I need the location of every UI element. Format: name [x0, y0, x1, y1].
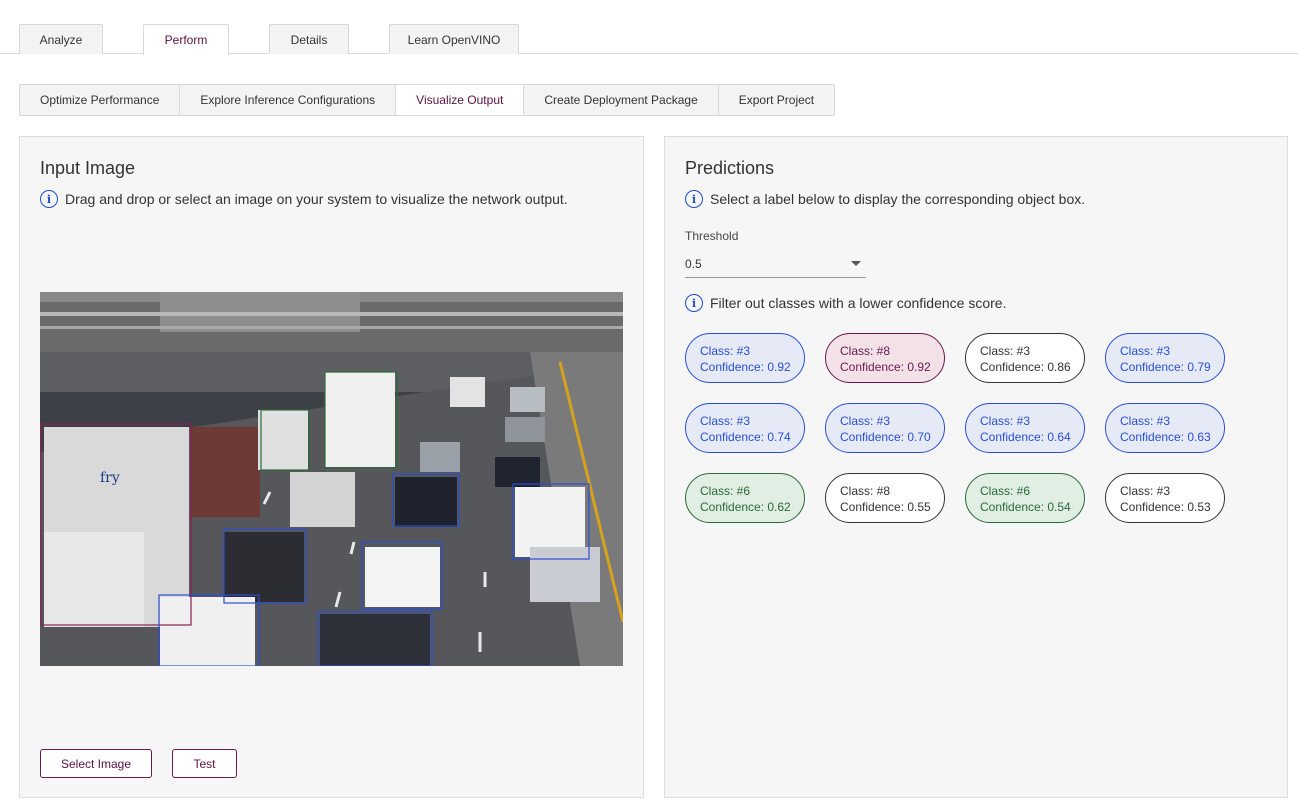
prediction-chip[interactable]: Class: #3 Confidence: 0.64: [965, 403, 1085, 453]
predictions-title: Predictions: [685, 158, 775, 178]
prediction-confidence-label: Confidence: 0.74: [700, 430, 791, 444]
prediction-class-label: Class: #3: [980, 414, 1031, 428]
predictions-panel: Predictions i Select a label below to di…: [664, 136, 1288, 798]
filter-hint-text: Filter out classes with a lower confiden…: [710, 295, 1007, 311]
prediction-confidence-label: Confidence: 0.92: [700, 360, 791, 374]
prediction-class-label: Class: #6: [700, 484, 751, 498]
prediction-class-label: Class: #3: [1120, 414, 1171, 428]
prediction-chip[interactable]: Class: #8 Confidence: 0.55: [825, 473, 945, 523]
prediction-class-label: Class: #8: [840, 484, 891, 498]
prediction-confidence-label: Confidence: 0.64: [980, 430, 1071, 444]
prediction-chip[interactable]: Class: #3 Confidence: 0.53: [1105, 473, 1225, 523]
prediction-chip[interactable]: Class: #6 Confidence: 0.62: [685, 473, 805, 523]
traffic-image: fry: [40, 292, 623, 666]
predictions-hint-row: i Select a label below to display the co…: [685, 190, 1085, 208]
predictions-hint-text: Select a label below to display the corr…: [710, 191, 1086, 207]
prediction-class-label: Class: #6: [980, 484, 1031, 498]
prediction-class-label: Class: #8: [840, 344, 891, 358]
test-button[interactable]: Test: [172, 749, 237, 778]
prediction-chip[interactable]: Class: #3 Confidence: 0.86: [965, 333, 1085, 383]
input-image-preview[interactable]: fry: [40, 292, 623, 666]
subtab-export-project[interactable]: Export Project: [719, 85, 834, 115]
info-icon: i: [685, 190, 703, 208]
prediction-class-label: Class: #3: [840, 414, 891, 428]
info-icon: i: [40, 190, 58, 208]
tab-learn-openvino[interactable]: Learn OpenVINO: [389, 24, 519, 54]
prediction-confidence-label: Confidence: 0.55: [840, 500, 931, 514]
threshold-label: Threshold: [685, 229, 739, 243]
prediction-confidence-label: Confidence: 0.92: [840, 360, 931, 374]
truck-logo-text: fry: [100, 470, 120, 486]
chevron-down-icon: [851, 261, 861, 266]
tab-perform[interactable]: Perform: [143, 24, 229, 55]
top-tab-bar: Analyze Perform Details Learn OpenVINO: [0, 0, 1298, 55]
prediction-chip[interactable]: Class: #3 Confidence: 0.70: [825, 403, 945, 453]
input-hint-text: Drag and drop or select an image on your…: [65, 191, 568, 207]
sub-tab-bar: Optimize Performance Explore Inference C…: [19, 84, 836, 116]
prediction-confidence-label: Confidence: 0.62: [700, 500, 791, 514]
prediction-chip[interactable]: Class: #3 Confidence: 0.74: [685, 403, 805, 453]
prediction-confidence-label: Confidence: 0.63: [1120, 430, 1211, 444]
input-hint-row: i Drag and drop or select an image on yo…: [40, 190, 568, 208]
input-image-title: Input Image: [40, 158, 136, 178]
tab-details[interactable]: Details: [269, 24, 349, 54]
prediction-chip[interactable]: Class: #8 Confidence: 0.92: [825, 333, 945, 383]
prediction-confidence-label: Confidence: 0.54: [980, 500, 1071, 514]
input-image-panel: Input Image i Drag and drop or select an…: [19, 136, 644, 798]
prediction-chip[interactable]: Class: #3 Confidence: 0.63: [1105, 403, 1225, 453]
select-image-button[interactable]: Select Image: [40, 749, 152, 778]
tab-analyze[interactable]: Analyze: [19, 24, 103, 54]
prediction-class-label: Class: #3: [1120, 484, 1171, 498]
prediction-confidence-label: Confidence: 0.70: [840, 430, 931, 444]
prediction-class-label: Class: #3: [1120, 344, 1171, 358]
prediction-chip[interactable]: Class: #3 Confidence: 0.79: [1105, 333, 1225, 383]
info-icon: i: [685, 294, 703, 312]
subtab-optimize-performance[interactable]: Optimize Performance: [20, 85, 181, 115]
subtab-visualize-output[interactable]: Visualize Output: [396, 85, 525, 115]
prediction-chip[interactable]: Class: #6 Confidence: 0.54: [965, 473, 1085, 523]
subtab-explore-inference-configurations[interactable]: Explore Inference Configurations: [180, 85, 397, 115]
prediction-class-label: Class: #3: [700, 344, 751, 358]
prediction-class-label: Class: #3: [980, 344, 1031, 358]
prediction-confidence-label: Confidence: 0.53: [1120, 500, 1211, 514]
threshold-value: 0.5: [685, 257, 702, 271]
threshold-select[interactable]: 0.5: [685, 251, 866, 278]
subtab-create-deployment-package[interactable]: Create Deployment Package: [524, 85, 719, 115]
prediction-class-label: Class: #3: [700, 414, 751, 428]
prediction-confidence-label: Confidence: 0.86: [980, 360, 1071, 374]
prediction-chip[interactable]: Class: #3 Confidence: 0.92: [685, 333, 805, 383]
prediction-confidence-label: Confidence: 0.79: [1120, 360, 1211, 374]
filter-hint-row: i Filter out classes with a lower confid…: [685, 294, 1006, 312]
